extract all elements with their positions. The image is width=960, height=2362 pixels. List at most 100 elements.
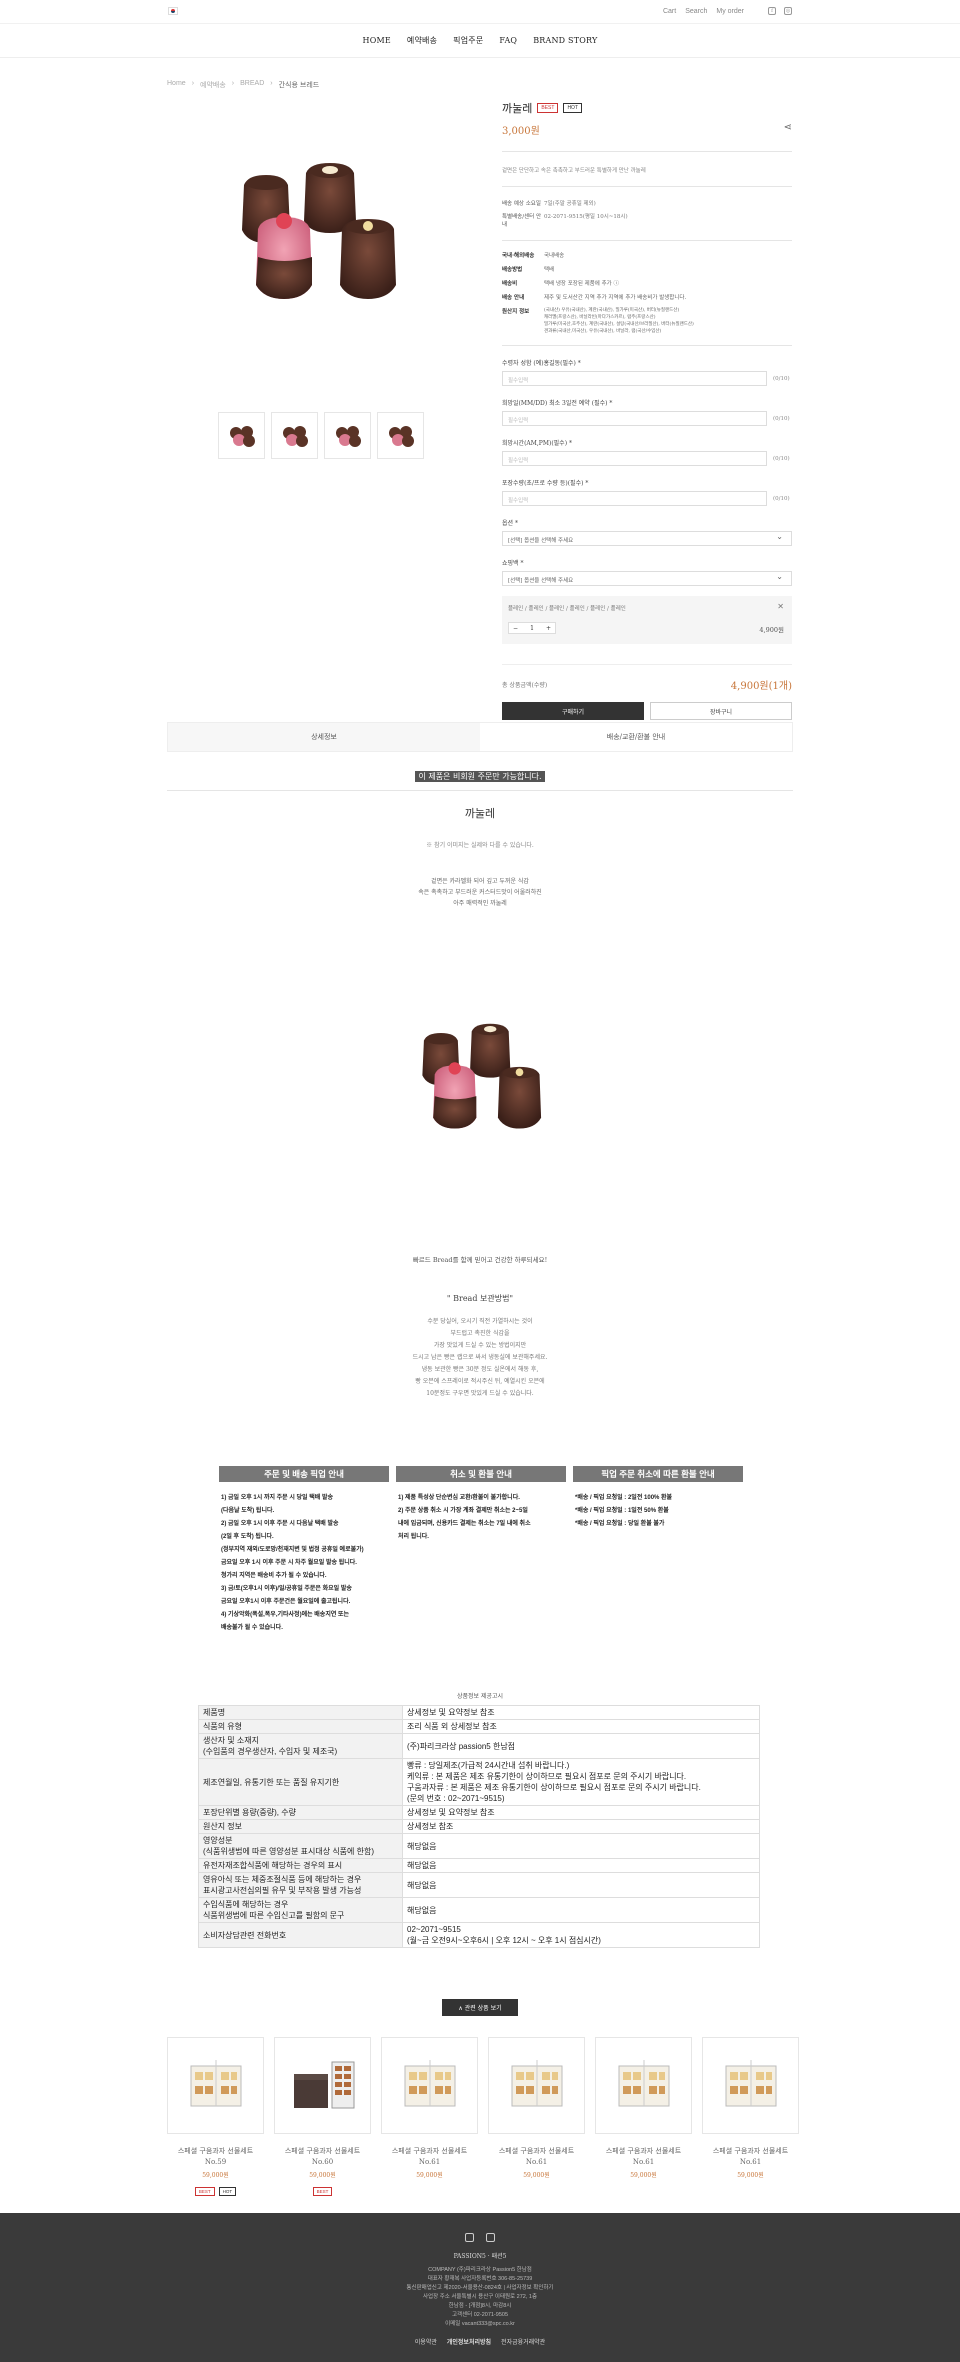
spec-row-value: 해당없음 — [402, 1858, 760, 1873]
related-product-image[interactable] — [595, 2037, 692, 2134]
related-product-card[interactable]: 스페셜 구움과자 선물세트 No.61 59,000원 — [702, 2037, 799, 2196]
cart-button[interactable]: 장바구니 — [650, 702, 792, 720]
time-input[interactable]: 필수입력 — [502, 451, 767, 466]
gift-box-image — [511, 2059, 562, 2106]
related-product-name[interactable]: 스페셜 구움과자 선물세트 No.61 — [381, 2146, 478, 2168]
delivery-key: 배송 안내 — [502, 295, 525, 301]
related-product-price: 59,000원 — [202, 2172, 229, 2179]
best-badge: BEST — [194, 2187, 215, 2196]
footer: PASSION5 · 패션5 COMPANY (주)파리크라상 Passion5… — [0, 2213, 960, 2362]
option-price: 4,900원 — [759, 626, 784, 634]
related-product-image[interactable] — [274, 2037, 371, 2134]
storage-line: 냉동 보관한 빵은 30분 정도 실온에서 해동 후, — [421, 1366, 539, 1373]
thumbnail-2[interactable] — [271, 412, 318, 459]
thumbnail-image — [229, 425, 255, 447]
footer-links: 이용약관 개인정보처리방침 전자금융거래약관 — [0, 2337, 960, 2346]
thumbnail-image — [388, 425, 414, 447]
related-product-card[interactable]: 스페셜 구움과자 선물세트 No.61 59,000원 — [381, 2037, 478, 2196]
spec-row-key: 제품명 — [198, 1705, 403, 1720]
related-product-card[interactable]: 스페셜 구움과자 선물세트 No.61 59,000원 — [595, 2037, 692, 2196]
breadcrumb-current[interactable]: 간식용 브레드 — [279, 80, 320, 90]
footer-line: 고객센터 02-2071-9505 — [451, 2312, 509, 2318]
buy-button[interactable]: 구매하기 — [502, 702, 644, 720]
breadcrumb-reservation[interactable]: 예약배송 — [200, 80, 226, 90]
nav-home[interactable]: HOME — [363, 36, 391, 45]
storage-line: 가장 맛있게 드실 수 있는 방법이지만 — [433, 1342, 527, 1349]
spec-row: 영유아식 또는 체중조절식품 등에 해당하는 경우 표시광고사전심의필 유무 및… — [198, 1872, 760, 1898]
related-product-card[interactable]: 스페셜 구움과자 선물세트 No.61 59,000원 — [488, 2037, 585, 2196]
footer-line: 사업장 주소 서울특별시 용산구 이태원로 272, 1층 — [422, 2294, 537, 2300]
option-select[interactable]: [선택] 옵션을 선택해 주세요 — [502, 531, 792, 546]
nav-faq[interactable]: FAQ — [499, 36, 517, 45]
related-product-image[interactable] — [702, 2037, 799, 2134]
my-order-link[interactable]: My order — [716, 8, 744, 15]
related-product-name[interactable]: 스페셜 구움과자 선물세트 No.61 — [595, 2146, 692, 2168]
spec-row-value: 해당없음 — [402, 1833, 760, 1859]
spec-table: 제품명 상세정보 및 요약정보 참조 식품의 유형 조리 식품 외 상세정보 참조 생산… — [198, 1705, 760, 1948]
search-link[interactable]: Search — [685, 8, 707, 15]
share-icon[interactable]: ⋖ — [784, 122, 792, 133]
cart-link[interactable]: Cart — [663, 8, 676, 15]
thumbnail-3[interactable] — [324, 412, 371, 459]
footer-sns — [0, 2233, 960, 2242]
box-line: 처리 됩니다. — [398, 1534, 429, 1540]
minus-button[interactable]: − — [513, 625, 518, 632]
thumbnail-image — [335, 425, 361, 447]
nav-pickup-order[interactable]: 픽업주문 — [453, 35, 483, 46]
korea-flag-icon[interactable] — [168, 7, 178, 15]
related-product-card[interactable]: 스페셜 구움과자 선물세트 No.59 59,000원 BEST HOT — [167, 2037, 264, 2196]
breadcrumb-home[interactable]: Home — [167, 80, 186, 90]
recipient-input[interactable]: 필수입력 — [502, 371, 767, 386]
order-delivery-box: 주문 및 배송 픽업 안내 1) 금일 오후 1시 까지 주문 시 당일 택배 … — [219, 1466, 389, 1635]
spec-row: 유전자재조합식품에 해당하는 경우의 표시 해당없음 — [198, 1858, 760, 1873]
facebook-icon[interactable] — [486, 2233, 495, 2242]
package-input[interactable]: 필수입력 — [502, 491, 767, 506]
plus-button[interactable]: + — [546, 625, 551, 632]
instagram-icon[interactable] — [465, 2233, 474, 2242]
selected-option-text: 플레인 / 플레인 / 플레인 / 플레인 / 플레인 / 플레인 — [508, 606, 626, 612]
related-product-name[interactable]: 스페셜 구움과자 선물세트 No.61 — [488, 2146, 585, 2168]
box-body: 1) 금일 오후 1시 까지 주문 시 당일 택배 발송 (다음날 도착) 됩니… — [219, 1482, 389, 1635]
breadcrumb-bread[interactable]: BREAD — [240, 80, 264, 90]
box-line: 1) 제품 특성상 단순변심 교환/환불이 불가합니다. — [398, 1495, 520, 1501]
spec-row: 영양성분 (식품위생법에 따른 영양성분 표시대상 식품에 한함) 해당없음 — [198, 1833, 760, 1859]
thumbnail-4[interactable] — [377, 412, 424, 459]
storage-line: 수분 당실어, 오시기 직전 가열하시는 것이 — [427, 1318, 533, 1325]
notice-text: 이 제품은 비회원 주문만 가능합니다. — [415, 771, 545, 782]
product-info: 까눌레 BEST HOT 3,000원 ⋖ 겉면은 단단하고 속은 촉촉하고 부… — [502, 100, 792, 720]
related-product-image[interactable] — [167, 2037, 264, 2134]
footer-company-info: COMPANY (주)파리크라상 Passion5 한남점 대표자 황재복 사업… — [0, 2266, 960, 2329]
related-product-name[interactable]: 스페셜 구움과자 선물세트 No.59 — [167, 2146, 264, 2168]
footer-brand: PASSION5 · 패션5 — [453, 2253, 507, 2260]
date-input[interactable]: 필수입력 — [502, 411, 767, 426]
remove-option-icon[interactable]: ✕ — [777, 602, 784, 611]
box-line: 4) 기상악화(폭설,폭우,기타사정)에는 배송지연 또는 — [221, 1612, 350, 1618]
nav-reservation-delivery[interactable]: 예약배송 — [407, 35, 437, 46]
delivery-value: 국내배송 — [544, 253, 565, 259]
quantity-value[interactable]: 1 — [530, 625, 534, 632]
spec-key: 특별배송/센터 안내 — [502, 214, 542, 228]
related-product-image[interactable] — [488, 2037, 585, 2134]
nav-brand-story[interactable]: BRAND STORY — [533, 36, 597, 45]
field-label: 포장수량(초/프로 수량 등)(필수) * — [502, 480, 589, 487]
box-line: 3) 금/토(오후1시 이후)/일/공휴일 주문은 화요일 발송 — [221, 1586, 352, 1592]
copy-line: 겉면은 카라멜화 되어 깊고 두꺼운 식감 — [431, 878, 529, 885]
terms-link[interactable]: 이용약관 — [415, 2337, 437, 2346]
related-product-badges: BEST HOT — [167, 2187, 264, 2196]
top-bar: Cart Search My order f ◎ — [0, 0, 960, 24]
related-product-card[interactable]: 스페셜 구움과자 선물세트 No.60 59,000원 BEST — [274, 2037, 371, 2196]
tab-detail[interactable]: 상세정보 — [168, 723, 480, 751]
sns-links: f ◎ — [768, 7, 792, 15]
related-product-name[interactable]: 스페셜 구움과자 선물세트 No.61 — [702, 2146, 799, 2168]
related-products-button[interactable]: ∧ 관련 상품 보기 — [442, 1999, 518, 2016]
finance-terms-link[interactable]: 전자금융거래약관 — [501, 2337, 545, 2346]
pickup-refund-box: 픽업 주문 취소에 따른 환불 안내 *배송 / 픽업 요청일 : 2일전 10… — [573, 1466, 743, 1531]
related-product-image[interactable] — [381, 2037, 478, 2134]
thumbnail-1[interactable] — [218, 412, 265, 459]
shopping-bag-select[interactable]: [선택] 옵션을 선택해 주세요 — [502, 571, 792, 586]
related-product-name[interactable]: 스페셜 구움과자 선물세트 No.60 — [274, 2146, 371, 2168]
tab-shipping-refund[interactable]: 배송/교환/환불 안내 — [480, 723, 792, 751]
instagram-icon[interactable]: ◎ — [784, 7, 792, 15]
facebook-icon[interactable]: f — [768, 7, 776, 15]
privacy-link[interactable]: 개인정보처리방침 — [447, 2337, 491, 2346]
